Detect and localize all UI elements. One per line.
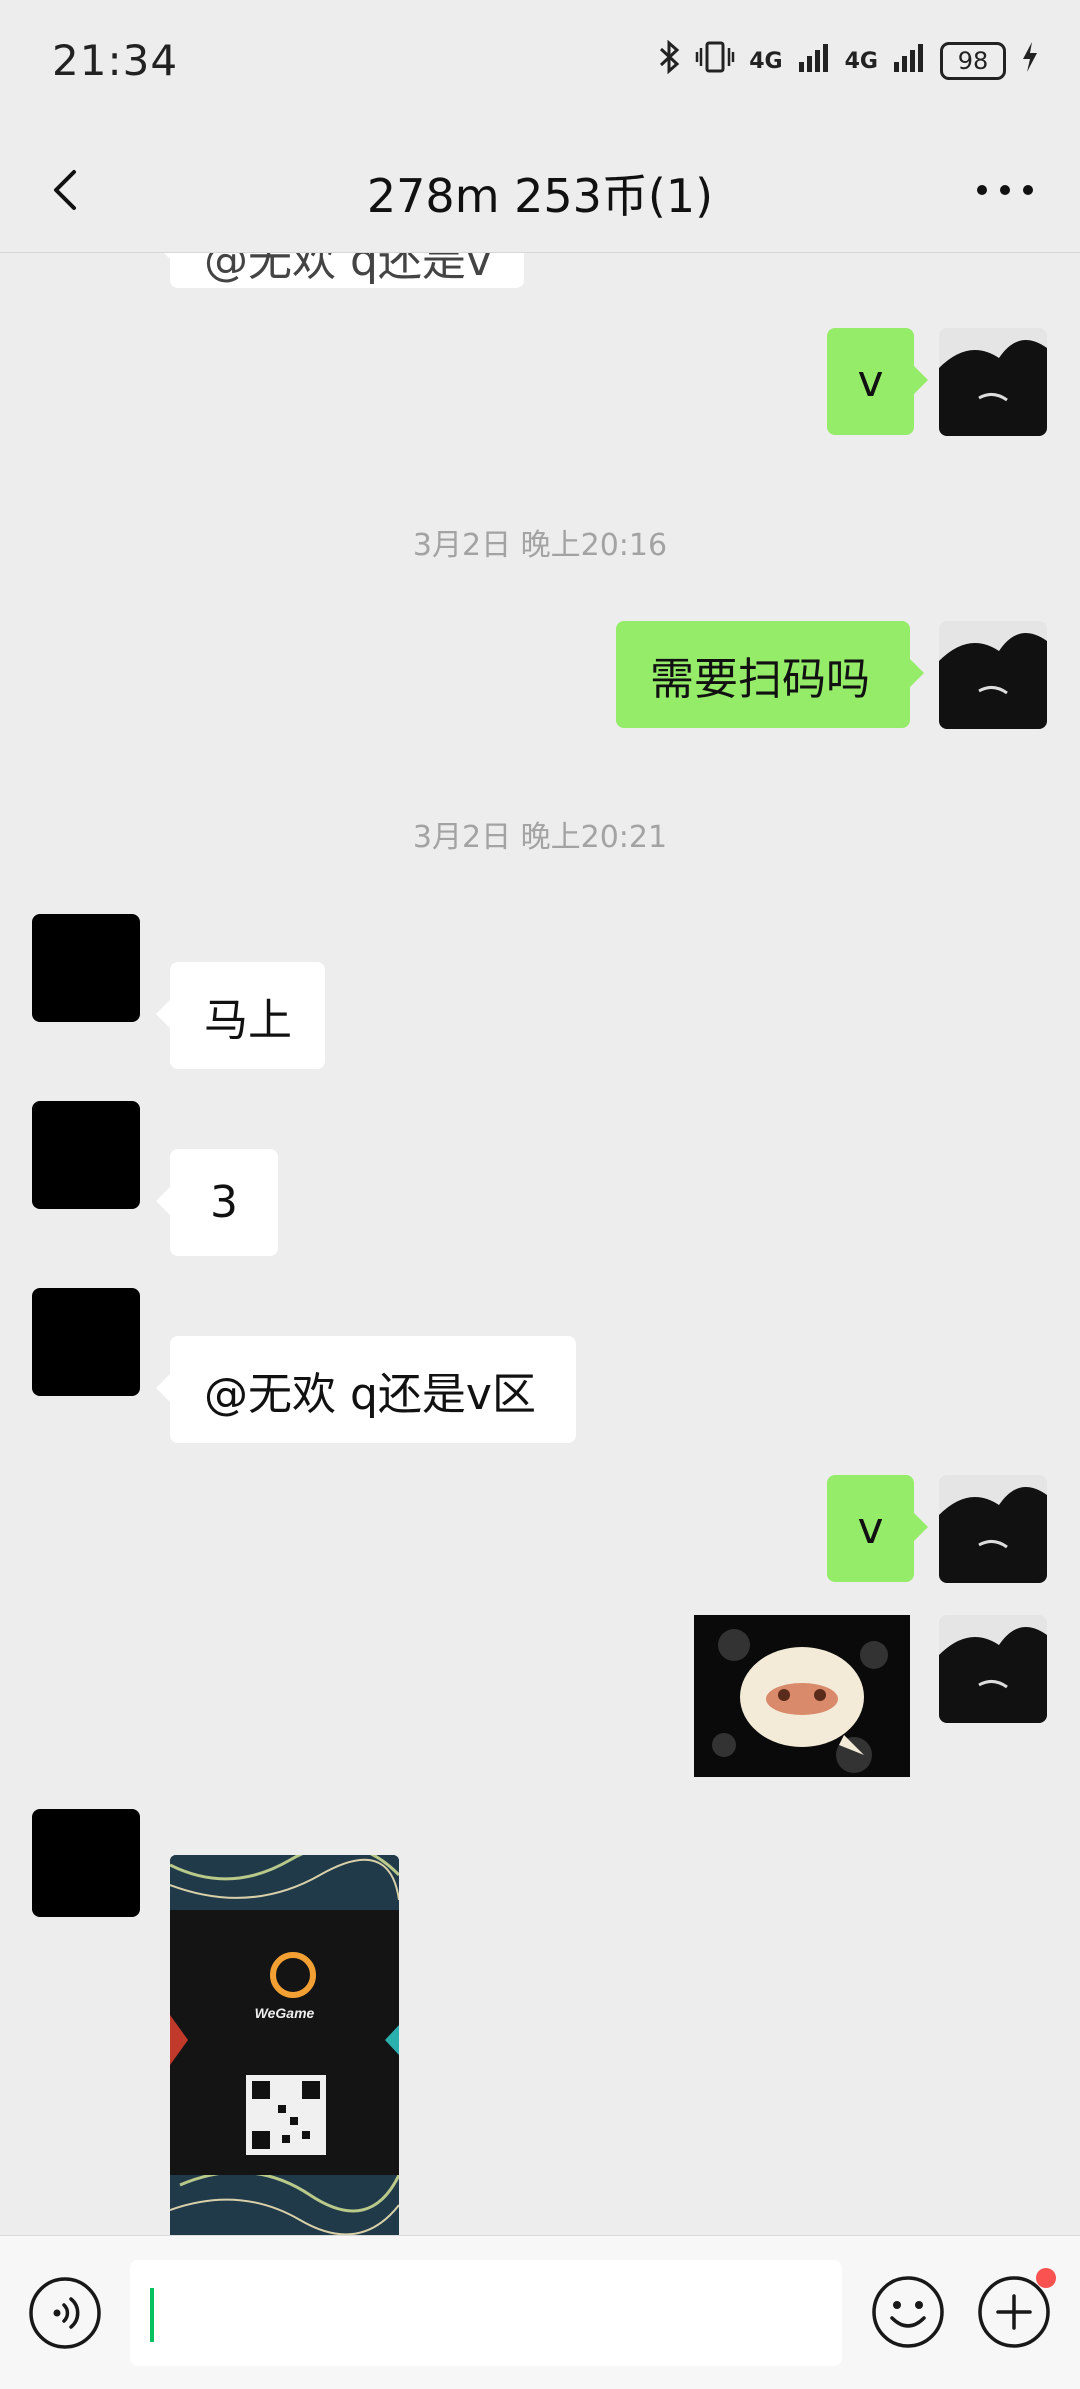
moon-icon xyxy=(192,1812,207,1842)
self-avatar[interactable] xyxy=(939,328,1047,436)
avatar-image xyxy=(939,328,1047,436)
voice-input-button[interactable] xyxy=(28,2276,102,2350)
sender-avatar[interactable] xyxy=(32,1101,140,1209)
message-bubble-other[interactable]: @无欢 q还是v区 xyxy=(156,1336,576,1443)
message-bubble-partial[interactable]: @无欢 q还是v xyxy=(156,253,524,288)
message-text: v xyxy=(857,1503,884,1554)
self-avatar[interactable] xyxy=(939,621,1047,729)
message-bubble-self[interactable]: v xyxy=(827,1475,928,1582)
more-options-button[interactable] xyxy=(970,170,1040,210)
message-bubble-other[interactable]: 马上 xyxy=(156,962,325,1069)
more-dots-icon xyxy=(977,185,1033,195)
message-text: @无欢 q还是v xyxy=(204,253,492,286)
moon-icon xyxy=(192,1104,207,1134)
message-bubble-self[interactable]: v xyxy=(827,328,928,435)
moon-icon xyxy=(192,1291,207,1321)
nav-bar: 278m 253币(1) xyxy=(0,130,1080,253)
avatar-image xyxy=(939,621,1047,729)
text-cursor xyxy=(150,2288,154,2342)
timestamp: 3月2日 晚上20:21 xyxy=(412,820,668,855)
timestamp: 3月2日 晚上20:16 xyxy=(412,528,668,563)
sender-avatar[interactable] xyxy=(32,1809,140,1917)
emoji-button[interactable] xyxy=(870,2274,946,2350)
status-time: 21:34 xyxy=(52,36,179,85)
sticker-message[interactable] xyxy=(694,1615,910,1777)
message-bubble-self[interactable]: 需要扫码吗 xyxy=(616,621,924,728)
sender-avatar[interactable] xyxy=(32,1288,140,1396)
battery-indicator: 98 xyxy=(940,42,1006,80)
charging-icon xyxy=(1020,40,1040,82)
avatar-image xyxy=(939,1475,1047,1583)
message-input-bar xyxy=(0,2235,1080,2389)
network-type-2: 4G xyxy=(844,48,878,74)
moon-icon xyxy=(192,917,207,947)
smiley-icon xyxy=(872,2276,944,2348)
chat-title: 278m 253币(1) xyxy=(366,169,714,223)
self-avatar[interactable] xyxy=(939,1475,1047,1583)
sender-avatar[interactable] xyxy=(32,914,140,1022)
signal-icon-2 xyxy=(892,40,926,82)
message-text: 马上 xyxy=(204,994,292,1046)
wegame-logo-text: WeGame xyxy=(254,2005,315,2021)
qr-photo-image xyxy=(170,1855,399,2235)
vibrate-icon xyxy=(695,40,735,82)
status-icons: 4G 4G 98 xyxy=(659,39,1040,82)
chat-message-list[interactable]: @无欢 q还是v v 3月2日 晚上20:16 需要扫码吗 3月2日 晚上20:… xyxy=(0,253,1080,2235)
image-message[interactable]: WeGame xyxy=(170,1855,399,2235)
signal-icon xyxy=(797,40,831,82)
sticker-image xyxy=(694,1615,910,1777)
status-bar: 21:34 4G 4G 98 xyxy=(0,0,1080,130)
message-text: @无欢 q还是v区 xyxy=(204,1368,536,1420)
bluetooth-icon xyxy=(659,39,681,82)
voice-icon xyxy=(29,2277,101,2349)
message-bubble-other[interactable]: 3 xyxy=(156,1149,278,1256)
self-avatar[interactable] xyxy=(939,1615,1047,1723)
message-text-input[interactable] xyxy=(130,2260,842,2366)
message-text: 3 xyxy=(210,1177,238,1228)
network-type-1: 4G xyxy=(749,48,783,74)
notification-dot xyxy=(1036,2268,1056,2288)
message-text: v xyxy=(857,356,884,407)
avatar-image xyxy=(939,1615,1047,1723)
message-text: 需要扫码吗 xyxy=(650,653,870,705)
